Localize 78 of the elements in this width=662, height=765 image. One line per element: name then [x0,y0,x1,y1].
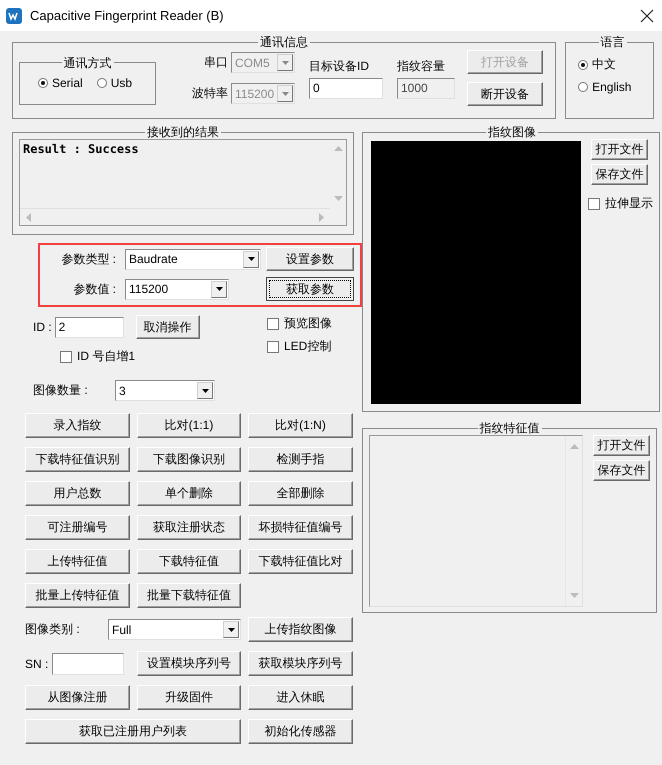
image-type-label: 图像类别 : [25,621,81,638]
action-button[interactable]: 下载图像识别 [137,447,241,472]
close-icon[interactable] [640,8,654,22]
action-button[interactable]: 可注册编号 [25,515,130,540]
device-id-field[interactable]: 0 [309,78,383,98]
caret-icon[interactable] [228,628,234,632]
action-button[interactable]: 用户总数 [25,481,130,506]
scroll-right-icon[interactable] [319,212,324,222]
file-button[interactable]: 打开文件 [593,435,650,456]
result-text: Result : Success [23,142,139,156]
scroll-down-icon[interactable] [334,196,342,201]
scroll-left-icon[interactable] [26,212,31,222]
caret-icon[interactable] [202,388,208,392]
caret-icon[interactable] [248,257,254,261]
group-title: 语言 [600,35,626,49]
action-button[interactable]: 设置模块序列号 [137,651,241,676]
app-icon [6,8,22,24]
caret-icon[interactable] [216,287,222,291]
action-button[interactable]: 下载特征值识别 [25,447,130,472]
device-button[interactable]: 断开设备 [467,82,543,106]
checkbox-option[interactable]: ID 号自增1 [60,348,267,365]
capacity-label: 指纹容量 [397,58,446,74]
id-label: ID : [33,320,52,334]
image-count-label: 图像数量 : [33,382,89,399]
action-button[interactable]: 批量下载特征值 [137,583,241,608]
checkbox-option[interactable]: 拉伸显示 [588,195,653,212]
action-button[interactable]: 进入休眠 [248,685,353,710]
action-button[interactable]: 上传指纹图像 [248,617,353,642]
group-title: 通讯信息 [259,35,310,49]
group-title: 指纹特征值 [478,421,540,435]
action-button[interactable]: 初始化传感器 [248,719,353,744]
window-title: Capacitive Fingerprint Reader (B) [30,8,225,23]
file-button[interactable]: 保存文件 [591,164,648,185]
checkbox-option[interactable]: 预览图像 [267,315,332,332]
param-button[interactable]: 设置参数 [266,247,354,271]
file-button[interactable]: 打开文件 [591,139,648,160]
cancel-button[interactable]: 取消操作 [136,315,200,339]
action-button[interactable]: 批量上传特征值 [25,583,130,608]
param-dropdown[interactable]: Baudrate [125,248,261,270]
sn-label: SN : [25,656,48,670]
param-label: 参数值 : [72,280,116,298]
radio-option[interactable]: 中文 [578,56,647,73]
radio-option[interactable]: English [578,80,647,94]
port-label: 串口 [204,54,228,71]
scroll-up-icon[interactable] [334,146,342,151]
action-button[interactable]: 下载特征值比对 [248,549,353,574]
param-label: 参数类型 : [60,250,116,268]
param-dropdown[interactable]: 115200 [125,278,229,300]
action-button[interactable]: 升级固件 [137,685,241,710]
checkbox-option[interactable]: LED控制 [267,338,332,355]
action-button[interactable]: 获取模块序列号 [248,651,353,676]
id-field[interactable]: 2 [54,316,124,338]
radio-option[interactable]: Usb [96,76,132,90]
radio-option[interactable]: Serial [38,76,83,90]
action-button[interactable]: 获取注册状态 [137,515,241,540]
device-id-label: 目标设备ID [309,58,370,74]
group-title: 指纹图像 [487,125,537,139]
group-title: 接收到的结果 [146,125,220,139]
sn-field[interactable] [52,652,124,674]
scroll-down-icon[interactable] [570,593,578,598]
action-button[interactable]: 比对(1:1) [137,413,241,438]
action-button[interactable]: 比对(1:N) [248,413,353,438]
action-button[interactable]: 从图像注册 [25,685,130,710]
image-type-dropdown[interactable]: Full [108,619,241,640]
action-button[interactable]: 下载特征值 [137,549,241,574]
param-button[interactable]: 获取参数 [266,277,354,301]
scroll-up-icon[interactable] [570,444,578,449]
action-button[interactable]: 全部删除 [248,481,353,506]
action-button[interactable]: 单个删除 [137,481,241,506]
baud-label: 波特率 [192,85,228,102]
action-button[interactable]: 录入指纹 [25,413,130,438]
action-button[interactable]: 获取已注册用户列表 [25,719,241,744]
file-button[interactable]: 保存文件 [593,460,650,481]
action-button[interactable]: 坏损特征值编号 [248,515,353,540]
action-button[interactable]: 检测手指 [248,447,353,472]
group-title: 通讯方式 [62,56,112,70]
image-count-dropdown[interactable]: 3 [115,380,215,401]
action-button[interactable]: 上传特征值 [25,549,130,574]
